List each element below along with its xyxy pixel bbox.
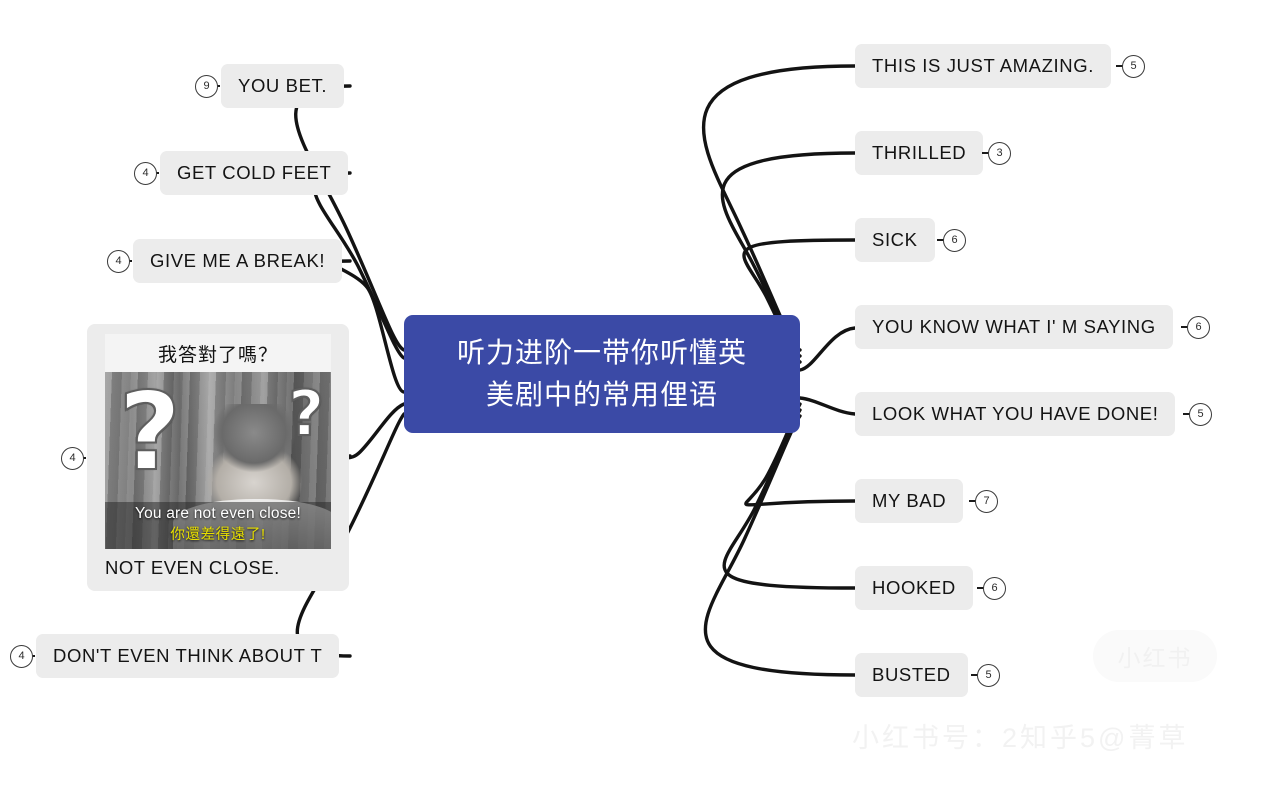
badge-count-you-bet[interactable]: 9: [195, 75, 218, 98]
badge-value: 7: [983, 495, 990, 507]
badge-count-sick[interactable]: 6: [943, 229, 966, 252]
node-label: SICK: [872, 229, 918, 250]
card-label: NOT EVEN CLOSE.: [105, 557, 280, 578]
badge-count-dont-even-think-about-t[interactable]: 4: [10, 645, 33, 668]
badge-value: 5: [985, 669, 992, 681]
node-get-cold-feet[interactable]: GET COLD FEET: [160, 151, 349, 195]
watermark-handle: 小红书号：2知乎5@菁草: [852, 723, 1189, 753]
node-label: BUSTED: [872, 664, 951, 685]
node-label: YOU BET.: [238, 75, 328, 96]
node-label: HOOKED: [872, 577, 956, 598]
badge-value: 5: [1197, 408, 1204, 420]
edge-right-7: [722, 408, 857, 590]
badge-count-not-even-close[interactable]: 4: [61, 447, 84, 470]
edge-right-5: [798, 396, 857, 416]
node-you-know-what-im-saying[interactable]: YOU KNOW WHAT I' M SAYING: [855, 305, 1173, 349]
badge-count-give-me-a-break[interactable]: 4: [107, 250, 130, 273]
node-label: YOU KNOW WHAT I' M SAYING: [872, 316, 1156, 337]
node-label: MY BAD: [872, 490, 947, 511]
watermark-logo: 小红书: [1093, 630, 1217, 682]
badge-value: 4: [69, 452, 76, 464]
edge-right-1: [701, 64, 857, 352]
card-image-header-text: 我答對了嗎？: [157, 344, 278, 366]
node-busted[interactable]: BUSTED: [855, 653, 968, 697]
badge-count-look-what-you-have-done[interactable]: 5: [1189, 403, 1212, 426]
badge-count-you-know-what-im-saying[interactable]: 6: [1187, 316, 1210, 339]
badge-value: 4: [115, 255, 122, 267]
node-label: GIVE ME A BREAK!: [150, 250, 326, 271]
badge-value: 4: [18, 650, 25, 662]
watermark-logo-text: 小红书: [1117, 645, 1193, 671]
badge-value: 9: [203, 80, 210, 92]
node-label: GET COLD FEET: [177, 162, 332, 183]
question-mark-icon: ?: [287, 376, 325, 450]
badge-count-busted[interactable]: 5: [977, 664, 1000, 687]
node-label: THRILLED: [872, 142, 967, 163]
node-thrilled[interactable]: THRILLED: [855, 131, 984, 175]
node-give-me-a-break[interactable]: GIVE ME A BREAK!: [133, 239, 343, 283]
central-node-title: 听力进阶一带你听懂英 美剧中的常用俚语: [456, 337, 747, 410]
node-my-bad[interactable]: MY BAD: [855, 479, 964, 523]
card-photo: ? ? You are not even close! 你還差得遠了!: [105, 372, 331, 549]
central-node[interactable]: 听力进阶一带你听懂英 美剧中的常用俚语: [404, 315, 800, 433]
node-you-bet[interactable]: YOU BET.: [221, 64, 345, 108]
badge-value: 6: [991, 582, 998, 594]
edge-right-4: [798, 326, 857, 372]
badge-value: 6: [951, 234, 958, 246]
node-hooked[interactable]: HOOKED: [855, 566, 973, 610]
badge-value: 6: [1195, 321, 1202, 333]
badge-value: 5: [1130, 60, 1137, 72]
question-mark-icon: ?: [118, 372, 183, 496]
badge-count-my-bad[interactable]: 7: [975, 490, 998, 513]
badge-count-this-is-just-amazing[interactable]: 5: [1122, 55, 1145, 78]
node-label: LOOK WHAT YOU HAVE DONE!: [872, 403, 1159, 424]
node-this-is-just-amazing[interactable]: THIS IS JUST AMAZING.: [855, 44, 1111, 88]
badge-count-thrilled[interactable]: 3: [988, 142, 1011, 165]
badge-value: 4: [142, 167, 149, 179]
badge-count-hooked[interactable]: 6: [983, 577, 1006, 600]
node-dont-even-think-about-t[interactable]: DON'T EVEN THINK ABOUT T: [36, 634, 340, 678]
edge-left-4: [344, 402, 406, 460]
mindmap-canvas: 听力进阶一带你听懂英 美剧中的常用俚语 THIS IS JUST AMAZING…: [0, 0, 1280, 793]
card-image: 我答對了嗎？ ? ? You are not even close! 你還差得遠…: [105, 334, 331, 549]
photo-caption-english: You are not even close!: [134, 505, 302, 522]
photo-caption-chinese: 你還差得遠了!: [170, 527, 266, 543]
node-label: THIS IS JUST AMAZING.: [872, 55, 1094, 76]
node-not-even-close-card[interactable]: 我答對了嗎？ ? ? You are not even close! 你還差得遠…: [87, 324, 349, 591]
node-sick[interactable]: SICK: [855, 218, 935, 262]
badge-value: 3: [996, 147, 1003, 159]
edge-right-8: [703, 414, 857, 677]
photo-caption: You are not even close! 你還差得遠了!: [105, 502, 331, 549]
node-look-what-you-have-done[interactable]: LOOK WHAT YOU HAVE DONE!: [855, 392, 1176, 436]
node-label: DON'T EVEN THINK ABOUT T: [53, 645, 323, 666]
card-image-header: 我答對了嗎？: [105, 334, 331, 372]
edge-left-1: [294, 84, 406, 352]
badge-count-get-cold-feet[interactable]: 4: [134, 162, 157, 185]
